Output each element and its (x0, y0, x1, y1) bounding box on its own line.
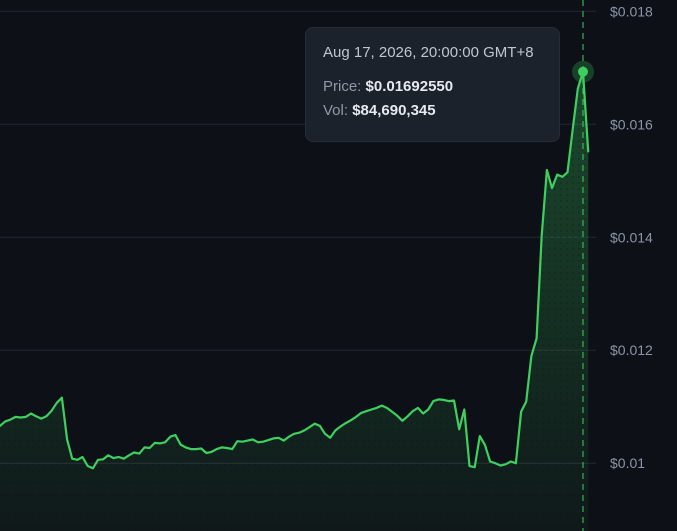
y-axis: $0.01 $0.012 $0.014 $0.016 $0.018 (610, 3, 653, 471)
y-tick-label: $0.012 (610, 342, 653, 358)
price-chart[interactable]: $0.01 $0.012 $0.014 $0.016 $0.018 Aug 17, 20… (0, 0, 677, 531)
tooltip-price-row: Price: $0.01692550 (323, 78, 542, 95)
tooltip-date: Aug 17, 2026, 20:00:00 GMT+8 (323, 44, 534, 61)
y-tick-label: $0.016 (610, 116, 653, 132)
price-tooltip: Aug 17, 2026, 20:00:00 GMT+8 Price: $0.0… (305, 27, 560, 142)
y-tick-label: $0.01 (610, 455, 645, 471)
tooltip-price-label: Price: (323, 78, 362, 95)
tooltip-vol-value: $84,690,345 (352, 102, 436, 119)
y-tick-label: $0.018 (610, 3, 653, 19)
y-tick-label: $0.014 (610, 229, 653, 245)
tooltip-vol-label: Vol: (323, 102, 349, 119)
highlight-point[interactable] (578, 66, 588, 77)
tooltip-vol-row: Vol: $84,690,345 (323, 102, 542, 119)
tooltip-price-value: $0.01692550 (365, 78, 454, 95)
